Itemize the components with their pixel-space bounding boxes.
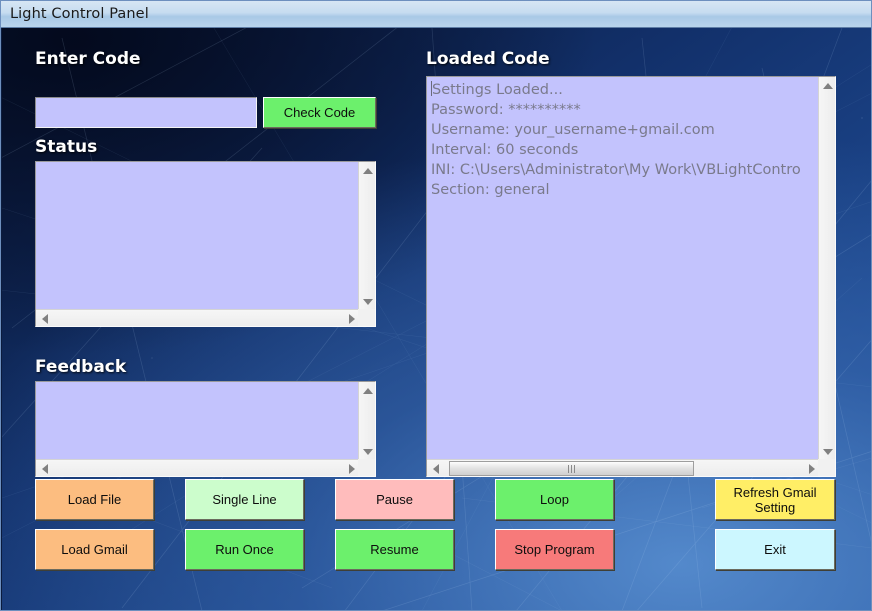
title-bar: Light Control Panel xyxy=(1,1,871,28)
run-once-button[interactable]: Run Once xyxy=(185,529,304,570)
triangle-up-icon xyxy=(822,82,833,89)
triangle-right-icon xyxy=(348,463,355,474)
load-gmail-button[interactable]: Load Gmail xyxy=(35,529,154,570)
triangle-down-icon xyxy=(822,448,833,455)
window-title: Light Control Panel xyxy=(10,6,149,22)
feedback-scrollbar-corner xyxy=(358,459,375,476)
triangle-right-icon xyxy=(348,313,355,324)
loaded-code-line: Section: general xyxy=(431,182,550,198)
loaded-code-scrollbar-corner xyxy=(818,459,835,476)
triangle-left-icon xyxy=(41,313,48,324)
loaded-code-textbox[interactable]: Settings Loaded... Password: ********** … xyxy=(426,76,836,477)
feedback-horizontal-scrollbar[interactable] xyxy=(36,459,360,476)
status-label: Status xyxy=(35,137,98,157)
triangle-right-icon xyxy=(808,463,815,474)
status-scrollbar-corner xyxy=(358,309,375,326)
refresh-gmail-setting-button[interactable]: Refresh Gmail Setting xyxy=(715,479,835,520)
loaded-code-line: Username: your_username+gmail.com xyxy=(431,122,715,138)
client-area: Enter Code Check Code Status Feedback Lo… xyxy=(2,28,871,610)
loaded-code-scroll-up-icon[interactable] xyxy=(819,77,835,94)
loaded-code-scroll-left-icon[interactable] xyxy=(427,460,444,476)
loaded-code-label: Loaded Code xyxy=(426,49,550,69)
loop-button[interactable]: Loop xyxy=(495,479,614,520)
scrollbar-grip-icon xyxy=(568,464,575,473)
triangle-down-icon xyxy=(362,448,373,455)
loaded-code-vertical-scrollbar[interactable] xyxy=(818,77,835,460)
single-line-button[interactable]: Single Line xyxy=(185,479,304,520)
check-code-button[interactable]: Check Code xyxy=(263,97,376,128)
loaded-code-hscroll-thumb[interactable] xyxy=(449,461,694,476)
resume-button[interactable]: Resume xyxy=(335,529,454,570)
stop-program-button[interactable]: Stop Program xyxy=(495,529,614,570)
feedback-textbox[interactable] xyxy=(35,381,376,477)
exit-button[interactable]: Exit xyxy=(715,529,835,570)
loaded-code-scroll-down-icon[interactable] xyxy=(819,443,835,460)
status-scroll-down-icon[interactable] xyxy=(359,293,375,310)
loaded-code-text[interactable]: Settings Loaded... Password: ********** … xyxy=(427,77,820,460)
triangle-left-icon xyxy=(432,463,439,474)
status-vertical-scrollbar[interactable] xyxy=(358,162,375,310)
loaded-code-line: Interval: 60 seconds xyxy=(431,142,579,158)
loaded-code-horizontal-scrollbar[interactable] xyxy=(427,459,820,476)
enter-code-input[interactable] xyxy=(35,97,257,128)
feedback-scroll-down-icon[interactable] xyxy=(359,443,375,460)
pause-button[interactable]: Pause xyxy=(335,479,454,520)
status-textbox[interactable] xyxy=(35,161,376,327)
status-scroll-up-icon[interactable] xyxy=(359,162,375,179)
status-text[interactable] xyxy=(36,162,360,310)
feedback-label: Feedback xyxy=(35,357,127,377)
triangle-down-icon xyxy=(362,298,373,305)
enter-code-label: Enter Code xyxy=(35,49,141,69)
load-file-button[interactable]: Load File xyxy=(35,479,154,520)
triangle-up-icon xyxy=(362,387,373,394)
loaded-code-line: Password: ********** xyxy=(431,102,581,118)
loaded-code-line: Settings Loaded... xyxy=(432,82,563,98)
application-window: Light Control Panel Enter Code Check Cod… xyxy=(0,0,872,611)
status-scroll-left-icon[interactable] xyxy=(36,310,53,326)
feedback-vertical-scrollbar[interactable] xyxy=(358,382,375,460)
feedback-text[interactable] xyxy=(36,382,360,460)
status-horizontal-scrollbar[interactable] xyxy=(36,309,360,326)
feedback-scroll-left-icon[interactable] xyxy=(36,460,53,476)
loaded-code-line: INI: C:\Users\Administrator\My Work\VBLi… xyxy=(431,162,801,178)
feedback-scroll-up-icon[interactable] xyxy=(359,382,375,399)
triangle-left-icon xyxy=(41,463,48,474)
triangle-up-icon xyxy=(362,167,373,174)
